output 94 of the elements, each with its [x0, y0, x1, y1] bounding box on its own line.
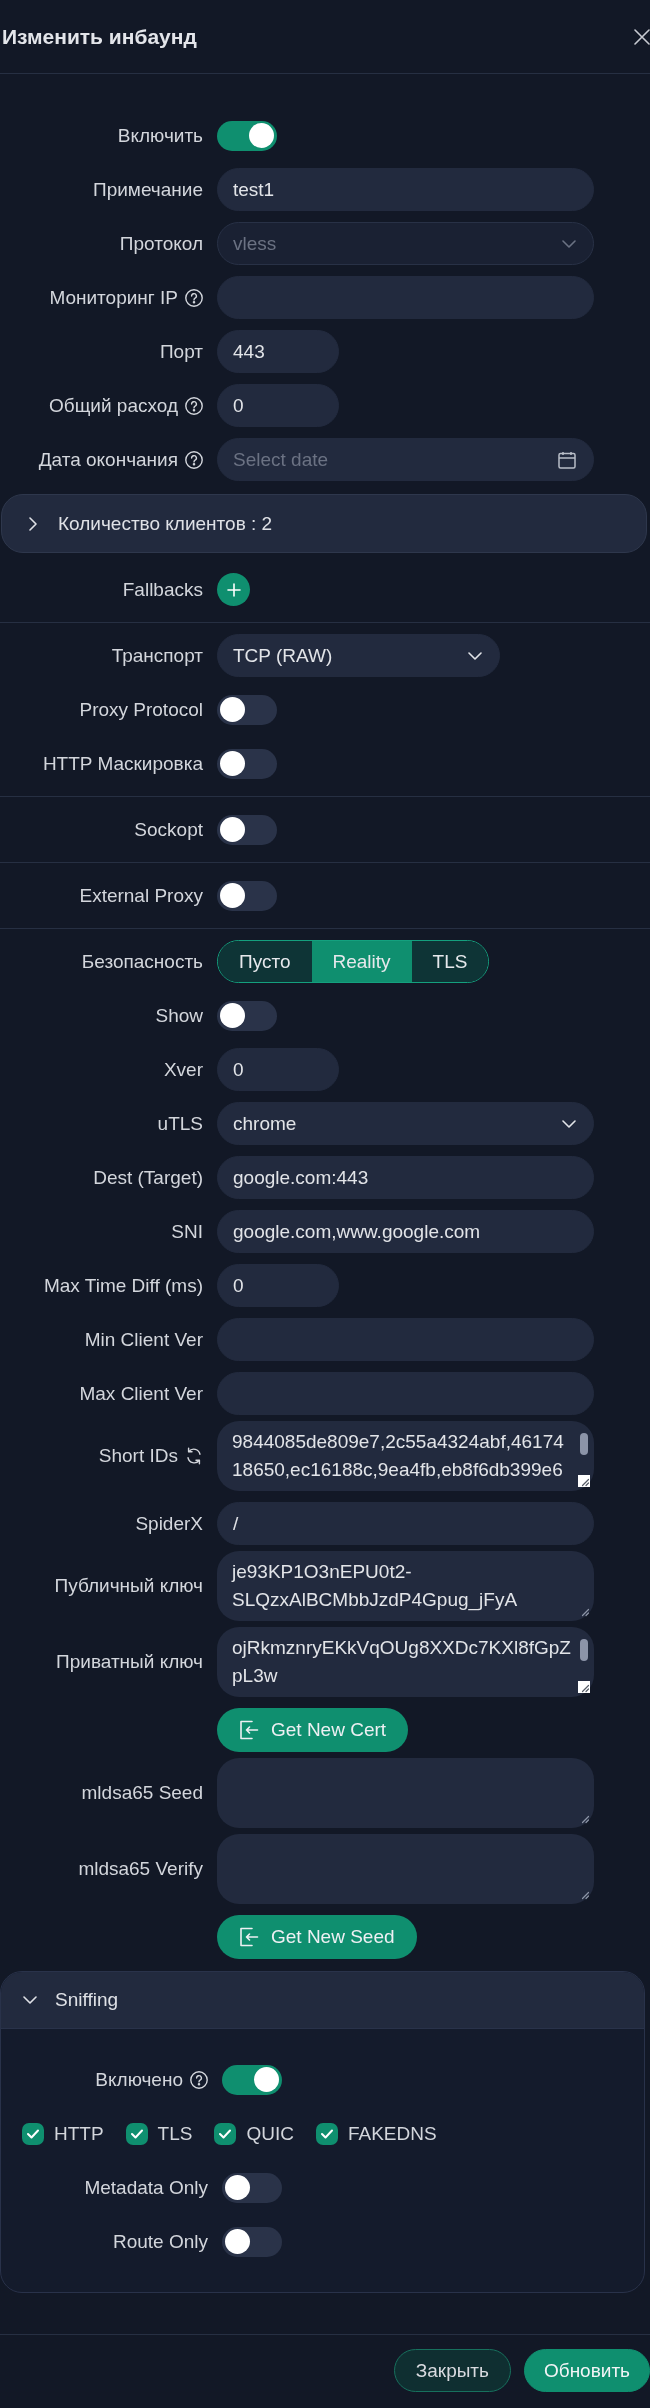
text-area[interactable]: ojRkmznryEKkVqOUg8XXDc7KXl8fGpZpL3w [217, 1627, 594, 1697]
field-label: Max Client Ver [79, 1382, 203, 1405]
text-field[interactable] [217, 276, 594, 319]
field-label: Дата окончания [38, 448, 178, 471]
toggle-switch[interactable] [217, 880, 277, 911]
check-icon [219, 2128, 232, 2139]
toggle-switch[interactable] [217, 1000, 277, 1031]
chevron-down-icon [468, 651, 482, 660]
primary-button[interactable]: Обновить [523, 2349, 650, 2392]
field-label: Xver [163, 1058, 203, 1081]
checkbox[interactable] [22, 2122, 44, 2145]
close-button[interactable] [634, 28, 650, 45]
field-label: Min Client Ver [84, 1328, 203, 1351]
arrow-into-box-icon [239, 1720, 259, 1740]
text-field[interactable] [217, 1318, 594, 1361]
text-field[interactable]: / [217, 1502, 594, 1545]
field-label: Включить [117, 124, 203, 147]
field-label: HTTP Маскировка [42, 752, 203, 775]
toggle-switch[interactable] [222, 2172, 282, 2203]
checkbox[interactable] [214, 2122, 237, 2145]
toggle-switch[interactable] [217, 814, 277, 845]
checkbox-label: HTTP [54, 2122, 104, 2145]
field-label: Примечание [93, 178, 203, 201]
select-field[interactable]: chrome [217, 1102, 594, 1145]
field-label: Протокол [119, 232, 203, 255]
action-button[interactable]: Get New Cert [217, 1708, 409, 1752]
close-icon [634, 28, 650, 45]
toggle-switch[interactable] [217, 748, 277, 779]
field-label: Мониторинг IP [49, 286, 178, 309]
resize-handle-icon[interactable] [578, 1681, 590, 1693]
text-field[interactable]: test1 [217, 168, 594, 211]
field-label: SpiderX [135, 1512, 203, 1535]
secondary-button[interactable]: Закрыть [393, 2349, 511, 2392]
checkbox[interactable] [315, 2122, 338, 2145]
text-area[interactable]: je93KP1O3nEPU0t2-SLQzxAlBCMbbJzdP4Gpug_jFyA [217, 1551, 594, 1621]
field-label: External Proxy [79, 884, 203, 907]
chevron-down-icon [23, 1996, 37, 2004]
field-label: Безопасность [81, 950, 203, 973]
field-label: Общий расход [49, 394, 178, 417]
calendar-icon [558, 450, 576, 469]
field-label: mldsa65 Verify [78, 1858, 203, 1880]
plus-icon [226, 582, 241, 597]
resize-handle-icon[interactable] [578, 1475, 590, 1487]
chevron-down-icon [562, 239, 576, 248]
field-label: Порт [159, 340, 203, 363]
collapse-header[interactable]: Количество клиентов : 2 [1, 494, 647, 553]
field-label: SNI [171, 1220, 203, 1243]
field-label: mldsa65 Seed [81, 1782, 203, 1804]
field-label: Metadata Only [84, 2176, 208, 2199]
field-label: Приватный ключ [56, 1651, 203, 1673]
select-field[interactable]: TCP (RAW) [217, 634, 500, 677]
refresh-icon[interactable] [185, 1447, 203, 1465]
add-button[interactable] [217, 573, 250, 606]
scrollbar-thumb[interactable] [580, 1639, 588, 1661]
dialog-title: Изменить инбаунд [2, 24, 197, 49]
scrollbar-thumb[interactable] [580, 1433, 588, 1455]
field-label: Proxy Protocol [79, 698, 203, 721]
number-field[interactable]: 0 [217, 384, 339, 427]
toggle-switch[interactable] [222, 2064, 282, 2095]
checkbox-label: QUIC [246, 2122, 294, 2145]
text-field[interactable]: google.com:443 [217, 1156, 594, 1199]
checkbox-label: FAKEDNS [347, 2122, 437, 2145]
field-label: Sockopt [134, 818, 203, 841]
checkbox[interactable] [125, 2122, 148, 2145]
text-area[interactable]: 9844085de809e7,2c55a4324abf,4617418650,ec16188c,9ea4fb,eb8f6db399e6 [217, 1421, 594, 1491]
field-label: Short IDs [98, 1445, 178, 1467]
number-field[interactable]: 443 [217, 330, 339, 373]
chevron-right-icon [29, 516, 37, 531]
number-field[interactable]: 0 [217, 1264, 339, 1307]
action-button[interactable]: Get New Seed [217, 1915, 417, 1959]
toggle-switch[interactable] [217, 120, 277, 151]
check-icon [320, 2128, 333, 2139]
number-field[interactable]: 0 [217, 1048, 339, 1091]
toggle-switch[interactable] [222, 2226, 282, 2257]
field-label: Show [155, 1004, 203, 1027]
segment-option[interactable]: Пусто [218, 941, 312, 982]
arrow-into-box-icon [239, 1927, 259, 1947]
segment-option[interactable]: TLS [411, 941, 489, 982]
field-label: Route Only [112, 2230, 208, 2253]
chevron-down-icon [562, 1119, 576, 1128]
text-field[interactable] [217, 1372, 594, 1415]
field-label: uTLS [157, 1112, 203, 1135]
field-label: Публичный ключ [54, 1575, 203, 1597]
check-icon [27, 2128, 39, 2139]
field-label: Max Time Diff (ms) [43, 1274, 203, 1297]
field-label: Fallbacks [122, 578, 203, 601]
toggle-switch[interactable] [217, 694, 277, 725]
field-label: Транспорт [111, 644, 203, 667]
checkbox-label: TLS [157, 2122, 193, 2145]
text-field[interactable]: google.com,www.google.com [217, 1210, 594, 1253]
field-label: Dest (Target) [93, 1166, 203, 1189]
collapse-header[interactable]: Sniffing [1, 1972, 644, 2029]
field-label: Включено [95, 2068, 183, 2091]
check-icon [130, 2128, 143, 2139]
